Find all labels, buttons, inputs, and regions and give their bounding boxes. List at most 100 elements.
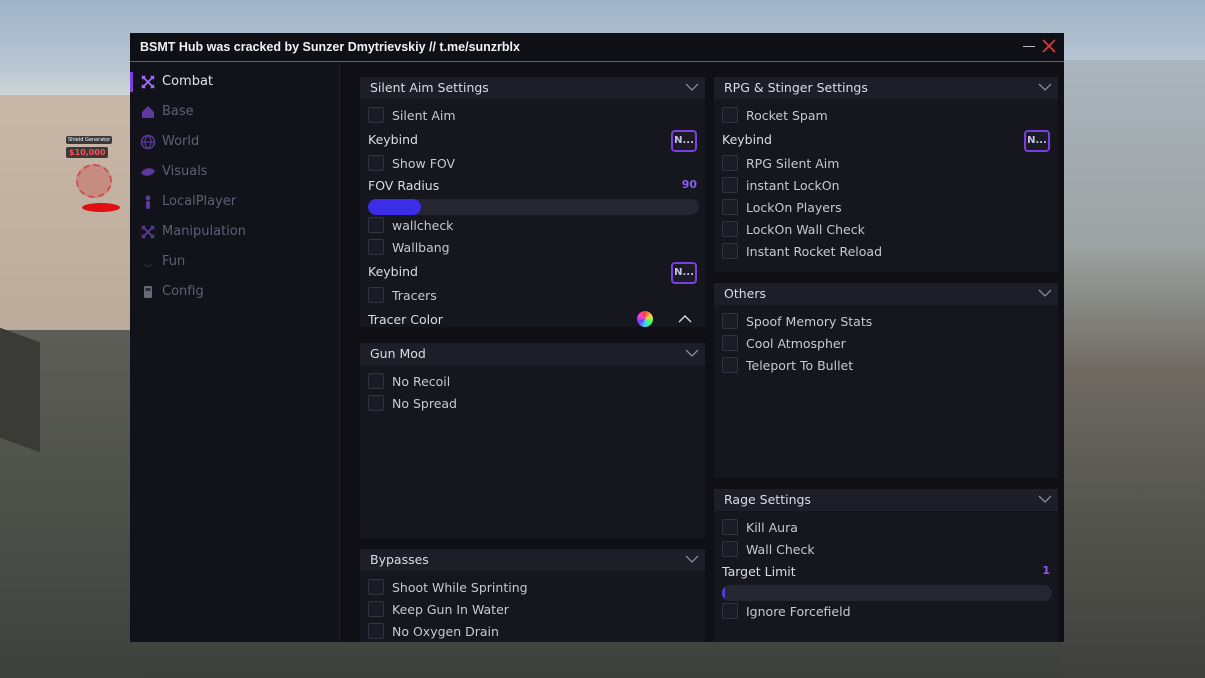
chevron-down-icon[interactable] [1038, 82, 1052, 92]
rocket-spam-checkbox[interactable] [722, 107, 738, 123]
chevron-down-icon[interactable] [685, 554, 699, 564]
rage-settings-header[interactable]: Rage Settings [714, 489, 1058, 511]
show-fov-label: Show FOV [392, 156, 456, 171]
wall-check-checkbox[interactable] [722, 541, 738, 557]
lockon-wall-check-row[interactable]: LockOn Wall Check [722, 220, 1050, 240]
no-recoil-checkbox[interactable] [368, 373, 384, 389]
kill-aura-label: Kill Aura [746, 520, 798, 535]
instant-lockon-checkbox[interactable] [722, 177, 738, 193]
chevron-down-icon[interactable] [1038, 288, 1052, 298]
others-header[interactable]: Others [714, 283, 1058, 305]
file-icon [144, 286, 152, 298]
rpg-silent-aim-label: RPG Silent Aim [746, 156, 840, 171]
sidebar-item-visuals[interactable]: Visuals [130, 160, 339, 184]
instant-rocket-reload-row[interactable]: Instant Rocket Reload [722, 242, 1050, 262]
show-fov-checkbox[interactable] [368, 155, 384, 171]
section-title: Silent Aim Settings [370, 80, 489, 95]
ignore-forcefield-label: Ignore Forcefield [746, 604, 851, 619]
keybind-button[interactable]: N... [671, 262, 697, 284]
sidebar-item-label: LocalPlayer [162, 194, 237, 209]
shield-generator-marker [76, 164, 112, 198]
content-area: Silent Aim Settings Silent Aim Keybind N… [340, 62, 1064, 642]
sidebar-item-combat[interactable]: Combat [130, 70, 339, 94]
fov-radius-row: FOV Radius 90 [368, 176, 697, 196]
window-title: BSMT Hub was cracked by Sunzer Dmytrievs… [140, 40, 520, 54]
instant-rocket-reload-checkbox[interactable] [722, 243, 738, 259]
spoof-memory-stats-label: Spoof Memory Stats [746, 314, 873, 329]
chevron-down-icon[interactable] [685, 348, 699, 358]
sidebar-item-world[interactable]: World [130, 130, 339, 154]
keybind-button[interactable]: N... [1024, 130, 1050, 152]
kill-aura-checkbox[interactable] [722, 519, 738, 535]
sidebar-item-base[interactable]: Base [130, 100, 339, 124]
cool-atmospher-row[interactable]: Cool Atmospher [722, 334, 1050, 354]
wall-check-row[interactable]: Wall Check [722, 540, 1050, 560]
shoot-while-sprinting-row[interactable]: Shoot While Sprinting [368, 578, 697, 598]
cool-atmospher-checkbox[interactable] [722, 335, 738, 351]
keybind-button[interactable]: N... [671, 130, 697, 152]
lockon-wall-check-checkbox[interactable] [722, 221, 738, 237]
no-spread-row[interactable]: No Spread [368, 394, 697, 414]
sidebar-item-label: Manipulation [162, 224, 247, 239]
shoot-while-sprinting-label: Shoot While Sprinting [392, 580, 528, 595]
wallcheck-row[interactable]: wallcheck [368, 216, 697, 236]
sidebar-item-config[interactable]: Config [130, 280, 339, 304]
instant-lockon-row[interactable]: instant LockOn [722, 176, 1050, 196]
title-bar[interactable]: BSMT Hub was cracked by Sunzer Dmytrievs… [130, 33, 1064, 62]
target-limit-slider[interactable] [722, 585, 1052, 601]
shoot-while-sprinting-checkbox[interactable] [368, 579, 384, 595]
color-picker-swatch[interactable] [637, 311, 653, 327]
keybind-row: Keybind N... [722, 130, 1050, 152]
spoof-memory-stats-row[interactable]: Spoof Memory Stats [722, 312, 1050, 332]
teleport-to-bullet-row[interactable]: Teleport To Bullet [722, 356, 1050, 376]
tracers-checkbox[interactable] [368, 287, 384, 303]
tracers-row[interactable]: Tracers [368, 286, 697, 306]
instant-lockon-label: instant LockOn [746, 178, 840, 193]
rpg-stinger-header[interactable]: RPG & Stinger Settings [714, 77, 1058, 99]
no-spread-checkbox[interactable] [368, 395, 384, 411]
chevron-down-icon[interactable] [685, 82, 699, 92]
wallcheck-checkbox[interactable] [368, 217, 384, 233]
sidebar: Combat Base World Visuals LocalPlayer Ma… [130, 62, 340, 642]
wallbang-row[interactable]: Wallbang [368, 238, 697, 258]
bypasses-header[interactable]: Bypasses [360, 549, 705, 571]
keep-gun-in-water-checkbox[interactable] [368, 601, 384, 617]
ignore-forcefield-checkbox[interactable] [722, 603, 738, 619]
show-fov-row[interactable]: Show FOV [368, 154, 697, 174]
kill-aura-row[interactable]: Kill Aura [722, 518, 1050, 538]
sidebar-item-label: Base [162, 104, 194, 119]
sidebar-item-fun[interactable]: Fun [130, 250, 339, 274]
minimize-icon[interactable] [1023, 46, 1035, 47]
generator-label: Shield Generator [66, 136, 113, 144]
spoof-memory-stats-checkbox[interactable] [722, 313, 738, 329]
silent-aim-row[interactable]: Silent Aim [368, 106, 697, 126]
no-recoil-row[interactable]: No Recoil [368, 372, 697, 392]
crossed-swords-icon [141, 75, 155, 89]
wallbang-label: Wallbang [392, 240, 450, 255]
chevron-up-icon[interactable] [677, 312, 693, 326]
lockon-players-label: LockOn Players [746, 200, 842, 215]
no-oxygen-drain-checkbox[interactable] [368, 623, 384, 639]
others-section: Others Spoof Memory Stats Cool Atmospher… [714, 283, 1058, 478]
teleport-to-bullet-checkbox[interactable] [722, 357, 738, 373]
sidebar-item-manipulation[interactable]: Manipulation [130, 220, 339, 244]
silent-aim-checkbox[interactable] [368, 107, 384, 123]
no-oxygen-drain-row[interactable]: No Oxygen Drain [368, 622, 697, 642]
lockon-players-row[interactable]: LockOn Players [722, 198, 1050, 218]
lockon-players-checkbox[interactable] [722, 199, 738, 215]
sidebar-item-localplayer[interactable]: LocalPlayer [130, 190, 339, 214]
section-title: Gun Mod [370, 346, 426, 361]
generator-price: $10,000 [66, 147, 109, 158]
rpg-silent-aim-checkbox[interactable] [722, 155, 738, 171]
rpg-silent-aim-row[interactable]: RPG Silent Aim [722, 154, 1050, 174]
chevron-down-icon[interactable] [1038, 494, 1052, 504]
target-limit-slider-fill [722, 585, 725, 601]
close-icon[interactable] [1042, 39, 1056, 53]
rocket-spam-row[interactable]: Rocket Spam [722, 106, 1050, 126]
keep-gun-in-water-row[interactable]: Keep Gun In Water [368, 600, 697, 620]
gun-mod-header[interactable]: Gun Mod [360, 343, 705, 365]
silent-aim-header[interactable]: Silent Aim Settings [360, 77, 705, 99]
fov-radius-slider[interactable] [368, 199, 699, 215]
ignore-forcefield-row[interactable]: Ignore Forcefield [722, 602, 1050, 622]
wallbang-checkbox[interactable] [368, 239, 384, 255]
